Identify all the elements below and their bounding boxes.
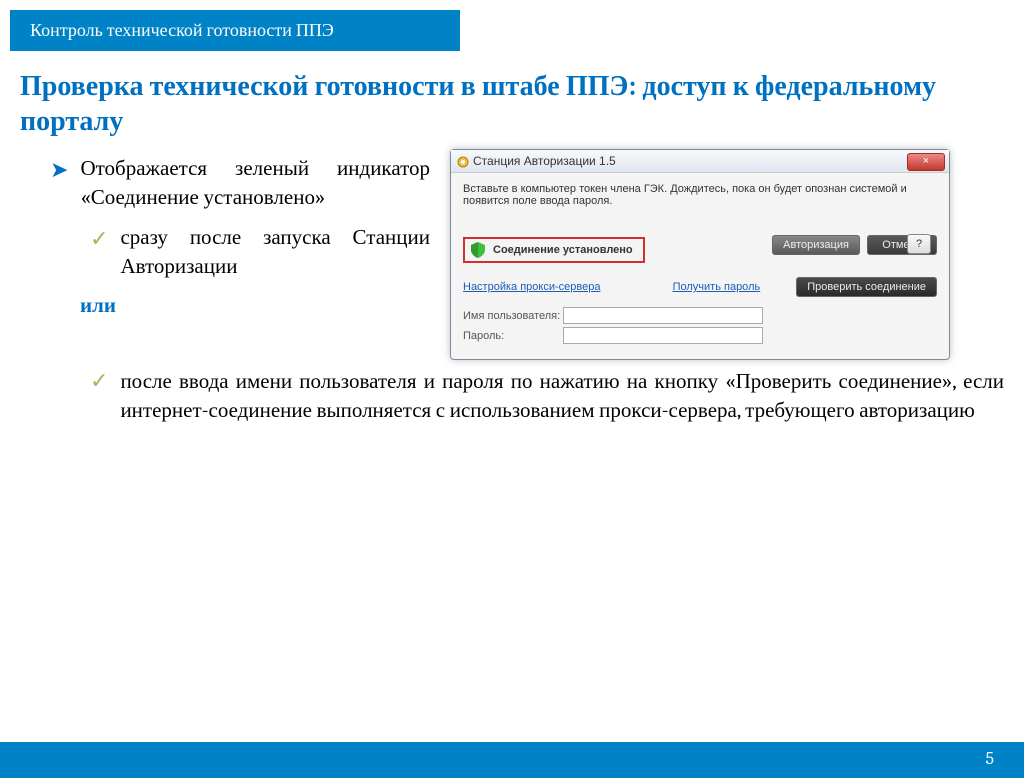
help-icon: ? (916, 238, 922, 250)
password-label: Пароль: (463, 330, 563, 342)
help-button[interactable]: ? (907, 234, 931, 254)
connection-status-box: Соединение установлено (463, 237, 645, 263)
get-password-link[interactable]: Получить пароль (673, 281, 761, 293)
sub-bullet-1-text: сразу после запуска Станции Авторизации (120, 224, 430, 283)
proxy-settings-link[interactable]: Настройка прокси-сервера (463, 281, 600, 293)
check-bullet-icon: ✓ (90, 224, 108, 283)
username-label: Имя пользователя: (463, 310, 563, 322)
check-bullet-icon: ✓ (90, 368, 108, 427)
dialog-instruction: Вставьте в компьютер токен члена ГЭК. До… (463, 183, 937, 207)
dialog-title: Станция Авторизации 1.5 (473, 154, 616, 168)
connection-status-text: Соединение установлено (493, 244, 633, 256)
shield-icon (471, 242, 485, 258)
authorize-button[interactable]: Авторизация (772, 235, 860, 255)
auth-dialog: Станция Авторизации 1.5 × Вставьте в ком… (450, 149, 950, 360)
main-heading: Проверка технической готовности в штабе … (20, 69, 1004, 139)
or-word: или (80, 293, 430, 318)
app-icon (457, 155, 469, 167)
check-connection-button[interactable]: Проверить соединение (796, 277, 937, 297)
dialog-titlebar: Станция Авторизации 1.5 × (451, 150, 949, 173)
bullet-1-text: Отображается зеленый индикатор «Соединен… (80, 155, 430, 214)
slide-header-text: Контроль технической готовности ППЭ (30, 20, 334, 41)
close-button[interactable]: × (907, 153, 945, 171)
close-icon: × (923, 155, 929, 167)
page-number: 5 (985, 748, 994, 769)
slide-footer: 5 (0, 742, 1024, 778)
arrow-bullet-icon: ➤ (50, 155, 68, 214)
username-input[interactable] (563, 307, 763, 324)
sub-bullet-2-text: после ввода имени пользователя и пароля … (120, 368, 1004, 427)
password-input[interactable] (563, 327, 763, 344)
slide-header: Контроль технической готовности ППЭ (10, 10, 460, 51)
